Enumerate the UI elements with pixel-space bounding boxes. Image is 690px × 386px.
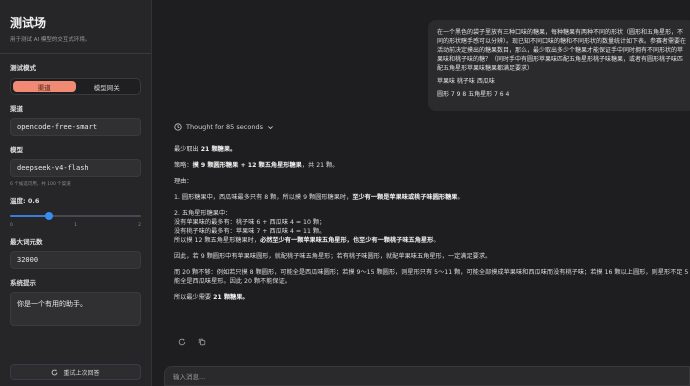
tab-channel[interactable]: 渠道 [13, 81, 76, 92]
channel-select[interactable]: opencode-free-smart [10, 118, 141, 136]
answer-summary: 最少取出 21 颗糖果。 [174, 146, 237, 153]
slider-thumb[interactable] [45, 212, 54, 220]
app-subtitle: 用于测试 AI 模型的交互式环境。 [10, 37, 91, 43]
answer-counterexample: 而 20 颗不够：例如若只摸 8 颗圆形，可能全是西瓜味圆形；若摸 9～15 颗… [174, 269, 690, 285]
regenerate-icon[interactable] [178, 338, 186, 346]
temperature-slider[interactable] [10, 210, 141, 222]
mode-segmented-control: 渠道 模型网关 [10, 78, 141, 95]
model-select[interactable]: deepseek-v4-flash [10, 159, 141, 177]
app-root: 测试场 用于测试 AI 模型的交互式环境。 测试模式 渠道 模型网关 渠道 op… [0, 0, 690, 386]
chat-area: 在一个黑色的袋子里放有三种口味的糖果，每种糖果有两种不同的形状（圆形和五角星形，… [152, 0, 690, 386]
system-prompt-input[interactable]: 你是一个有用的助手。 [10, 292, 141, 326]
mode-label: 测试模式 [10, 64, 36, 72]
user-message-table-row: 圆形 7 9 8 五角星形 7 6 4 [437, 91, 510, 98]
message-input[interactable]: 输入消息... [164, 366, 690, 386]
answer-conclusion: 因此，若 9 颗圆形中有苹果味圆形，就配桃子味五角星形；若有桃子味圆形，就配苹果… [174, 253, 492, 260]
user-message-text: 在一个黑色的袋子里放有三种口味的糖果，每种糖果有两种不同的形状（圆形和五角星形，… [437, 29, 687, 72]
answer-point-1: 1. 圆形糖果中，西瓜味最多只有 8 颗，所以摸 9 颗圆形糖果时，至少有一颗是… [174, 194, 464, 201]
answer-final: 所以最少需要 21 颗糖果。 [174, 294, 249, 301]
sidebar: 测试场 用于测试 AI 模型的交互式环境。 测试模式 渠道 模型网关 渠道 op… [0, 0, 152, 386]
thought-toggle[interactable]: Thought for 85 seconds [174, 123, 274, 131]
answer-point-2a: 没有苹果味的最多有：桃子味 6 + 西瓜味 4 = 10 颗； [174, 219, 326, 226]
retry-button[interactable]: 重试上次回答 [10, 364, 141, 380]
clock-icon [174, 123, 182, 131]
assistant-message: 最少取出 21 颗糖果。 策略：摸 9 颗圆形糖果 + 12 颗五角星形糖果，共… [174, 145, 690, 309]
tick-max: 2 [138, 223, 141, 228]
answer-point-2: 2. 五角星形糖果中： [174, 210, 232, 217]
slider-fill [10, 215, 50, 217]
tick-min: 0 [10, 223, 13, 228]
chevron-down-icon [268, 125, 273, 129]
system-prompt-label: 系统提示 [10, 279, 36, 287]
slider-ticks: 0 1 2 [10, 223, 141, 228]
user-message: 在一个黑色的袋子里放有三种口味的糖果，每种糖果有两种不同的形状（圆形和五角星形，… [428, 20, 690, 111]
answer-point-2c: 所以摸 12 颗五角星形糖果时，必然至少有一颗苹果味五角星形，也至少有一颗桃子味… [174, 237, 440, 244]
answer-reason-heading: 理由： [174, 178, 193, 185]
max-tokens-label: 最大词元数 [10, 238, 43, 246]
user-message-table-header: 苹果味 桃子味 西瓜味 [437, 78, 495, 85]
refresh-icon [52, 369, 58, 375]
tab-model-gateway[interactable]: 模型网关 [76, 81, 139, 92]
message-actions [178, 338, 206, 346]
answer-strategy: 策略：摸 9 颗圆形糖果 + 12 颗五角星形糖果，共 21 颗。 [174, 162, 339, 169]
channel-label: 渠道 [10, 105, 23, 113]
tick-mid: 1 [74, 223, 77, 228]
retry-label: 重试上次回答 [63, 369, 100, 377]
app-title: 测试场 [10, 16, 47, 30]
model-hint: 6 个候选可用，共 100 个渠道 [10, 182, 71, 187]
max-tokens-input[interactable]: 32000 [10, 251, 141, 269]
temperature-label: 温度: 0.6 [10, 197, 40, 205]
sidebar-divider [0, 53, 151, 54]
model-label: 模型 [10, 146, 23, 154]
thought-label: Thought for 85 seconds [186, 123, 263, 131]
copy-icon[interactable] [198, 338, 206, 346]
answer-point-2b: 没有桃子味的最多有：苹果味 7 + 西瓜味 4 = 11 颗。 [174, 228, 326, 235]
